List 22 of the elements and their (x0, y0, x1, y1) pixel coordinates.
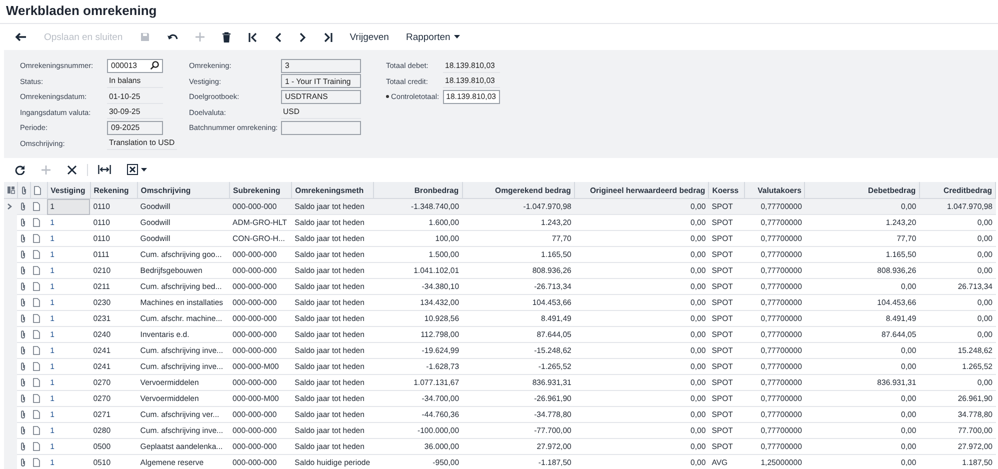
trash-icon (222, 32, 231, 42)
fit-columns-icon (98, 165, 111, 174)
plus-icon (41, 164, 51, 174)
first-page-icon (248, 32, 258, 42)
page-title: Werkbladen omrekening (6, 3, 157, 19)
plus-icon (194, 32, 205, 42)
toolbar-button[interactable]: Vrijgeven (344, 27, 395, 47)
search-icon (150, 61, 159, 70)
column-settings-icon (7, 186, 15, 194)
spreadsheet-icon (127, 164, 138, 175)
last-page-icon (322, 32, 333, 42)
caret-icon (141, 168, 147, 172)
input-field[interactable] (281, 120, 361, 135)
reports-menu-button[interactable]: Rapporten (400, 27, 466, 47)
back-arrow-icon (15, 32, 27, 42)
undo-icon (166, 32, 178, 42)
row-pointer-icon (7, 203, 12, 210)
refresh-icon (15, 164, 25, 174)
previous-icon (274, 32, 282, 42)
save-icon (140, 32, 150, 42)
close-icon (67, 164, 77, 174)
next-icon (298, 32, 306, 42)
